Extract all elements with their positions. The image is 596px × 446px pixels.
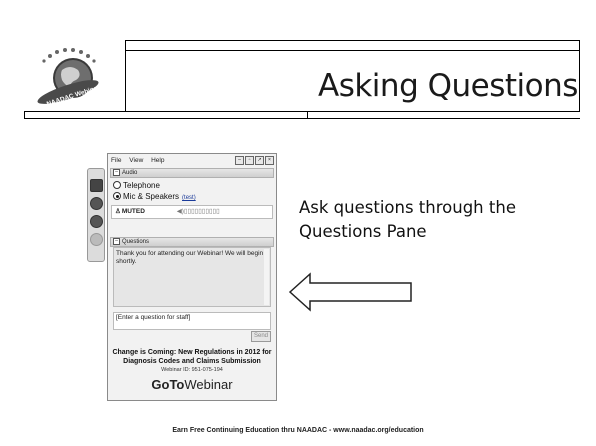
mic-speakers-label: Mic & Speakers bbox=[123, 192, 180, 201]
audio-header-label: Audio bbox=[122, 170, 138, 177]
slide-footer: Earn Free Continuing Education thru NAAD… bbox=[172, 427, 424, 434]
telephone-radio[interactable] bbox=[113, 181, 121, 189]
window-buttons: – ▫ ↗ × bbox=[235, 156, 274, 165]
menu-view[interactable]: View bbox=[129, 157, 143, 164]
header-rule-top bbox=[125, 40, 580, 41]
naadac-webinars-logo: NAADAC Webinars bbox=[37, 48, 105, 106]
restore-icon[interactable]: ▫ bbox=[245, 156, 254, 165]
header-rule-2 bbox=[125, 50, 580, 51]
screen-icon[interactable] bbox=[90, 179, 103, 192]
slide: NAADAC Webinars Asking Questions File Vi… bbox=[0, 0, 596, 446]
mic-speakers-option[interactable]: Mic & Speakers (test) bbox=[113, 192, 196, 201]
question-input-placeholder: [Enter a question for staff] bbox=[116, 314, 191, 321]
audio-level-meter: ◀)▯▯▯▯▯▯▯▯▯▯ bbox=[176, 208, 220, 215]
questions-scrollbar[interactable] bbox=[264, 249, 269, 305]
header-rule-bottom2 bbox=[24, 118, 580, 119]
telephone-option[interactable]: Telephone bbox=[113, 181, 160, 190]
mic-icon[interactable]: ♙ bbox=[115, 208, 121, 215]
questions-header-label: Questions bbox=[122, 239, 150, 246]
questions-section-header[interactable]: – Questions bbox=[110, 237, 274, 247]
menu-file[interactable]: File bbox=[111, 157, 121, 164]
header-rule-right-v bbox=[579, 40, 580, 112]
annotation-text: Ask questions through the Questions Pane bbox=[299, 196, 529, 244]
telephone-label: Telephone bbox=[123, 181, 160, 190]
header-rule-vertical bbox=[125, 40, 126, 112]
webinar-title: Change is Coming: New Regulations in 201… bbox=[112, 349, 272, 365]
collapse-icon[interactable]: – bbox=[113, 169, 120, 176]
send-button[interactable]: Send bbox=[251, 331, 271, 342]
annotation-label: Ask questions through the Questions Pane bbox=[299, 198, 516, 241]
muted-label: MUTED bbox=[121, 208, 145, 215]
minimize-icon[interactable]: – bbox=[235, 156, 244, 165]
mic-speakers-radio[interactable] bbox=[113, 192, 121, 200]
slide-title: Asking Questions bbox=[318, 68, 578, 104]
webcam-icon[interactable] bbox=[90, 197, 103, 210]
mute-status-bar: ♙MUTED ◀)▯▯▯▯▯▯▯▯▯▯ bbox=[111, 205, 273, 219]
webinar-id: Webinar ID: 951-075-194 bbox=[161, 367, 223, 373]
raise-hand-icon[interactable] bbox=[90, 215, 103, 228]
popout-icon[interactable]: ↗ bbox=[255, 156, 264, 165]
panel-side-toolbar bbox=[87, 168, 105, 262]
header-rule-left-v bbox=[24, 111, 25, 119]
menu-help[interactable]: Help bbox=[151, 157, 164, 164]
gotowebinar-logo: GoToWebinar bbox=[108, 377, 276, 392]
close-icon[interactable]: × bbox=[265, 156, 274, 165]
questions-log: Thank you for attending our Webinar! We … bbox=[113, 247, 271, 307]
header-rule-mid-v bbox=[307, 111, 308, 119]
disabled-icon bbox=[90, 233, 103, 246]
audio-section-header[interactable]: – Audio bbox=[110, 168, 274, 178]
collapse-icon[interactable]: – bbox=[113, 238, 120, 245]
left-arrow-icon bbox=[288, 272, 412, 312]
brand-webinar: Webinar bbox=[184, 377, 233, 392]
question-log-text: Thank you for attending our Webinar! We … bbox=[116, 250, 264, 265]
test-link[interactable]: (test) bbox=[182, 195, 196, 201]
header-rule-bottom bbox=[24, 111, 580, 112]
gotowebinar-control-panel: File View Help – ▫ ↗ × – Audio Telephone … bbox=[107, 153, 277, 401]
brand-goto: GoTo bbox=[151, 377, 185, 392]
question-input[interactable]: [Enter a question for staff] bbox=[113, 312, 271, 330]
